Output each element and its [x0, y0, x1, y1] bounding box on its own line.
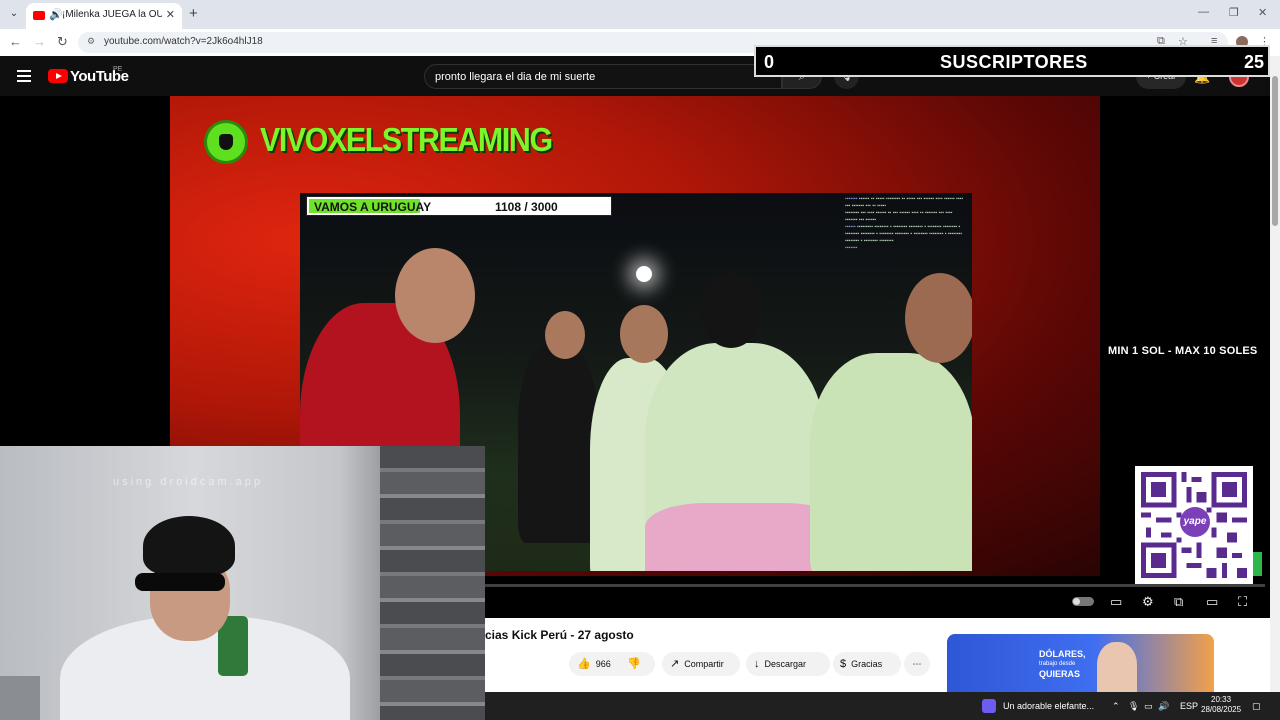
window-close-icon[interactable]: ✕	[1258, 6, 1267, 19]
settings-gear-icon[interactable]: ⚙	[1142, 594, 1154, 610]
ad-banner[interactable]: DÓLARES, trabajo desde QUIERAS	[947, 634, 1214, 692]
audio-playing-icon[interactable]: 🔊	[49, 8, 63, 21]
miniplayer-icon[interactable]: ⧉	[1174, 594, 1183, 610]
network-icon[interactable]: ▭	[1144, 701, 1153, 712]
like-icon[interactable]: 👍	[577, 658, 591, 670]
webcam-watermark: using droidcam.app	[113, 476, 264, 488]
reload-icon[interactable]: ↻	[57, 34, 68, 50]
stream-chat-overlay: ▪▪▪▪▪▪▪ ▪▪▪▪▪▪ ▪▪ ▪▪▪▪▪ ▪▪▪▪▪▪▪▪ ▪▪ ▪▪▪▪…	[845, 196, 964, 251]
fullscreen-icon[interactable]: ⛶	[1238, 594, 1247, 610]
download-label: Descargar	[764, 659, 807, 669]
download-button[interactable]: ↓ Descargar	[746, 652, 830, 676]
donation-range-text: MIN 1 SOL - MAX 10 SOLES	[1108, 345, 1258, 357]
ad-line1: DÓLARES,	[1039, 649, 1086, 659]
like-count[interactable]: 966	[596, 659, 611, 669]
share-icon: ↗	[670, 658, 680, 670]
clock-date: 28/08/2025	[1201, 705, 1242, 714]
goal-value: 1108 / 3000	[495, 200, 558, 214]
streamer-sunglasses	[135, 573, 225, 591]
goal-bar: VAMOS A URUGUAY 1108 / 3000	[306, 196, 612, 216]
webcam-overlay: using droidcam.app	[0, 446, 485, 720]
thanks-label: Gracias	[851, 659, 883, 669]
chair	[0, 676, 40, 720]
media-app-icon[interactable]	[982, 699, 996, 713]
tab-close-icon[interactable]: ✕	[166, 8, 175, 21]
green-edge-marker	[1253, 552, 1262, 576]
media-title[interactable]: Un adorable elefante...	[1003, 701, 1094, 711]
person-right	[810, 353, 972, 571]
stadium-light	[636, 266, 652, 282]
dislike-icon[interactable]: 👎	[627, 658, 641, 670]
youtube-logo-icon[interactable]	[48, 69, 68, 83]
subscriber-count-right: 25	[1243, 52, 1264, 72]
subscriber-label: SUSCRIPTORES	[940, 52, 1088, 72]
video-title: cias Kick Perú - 27 agosto	[485, 628, 634, 642]
country-code: PE	[113, 66, 123, 73]
like-dislike-group: 👍 966 👎	[569, 652, 655, 676]
more-icon: ⋯	[912, 659, 922, 669]
more-actions-button[interactable]: ⋯	[904, 652, 930, 676]
screen: ⌄ 🔊 ¡Milenka JUEGA la OUIJA y... ✕ + — ❐…	[0, 0, 1280, 720]
language-indicator[interactable]: ESP	[1180, 701, 1198, 711]
tab-title: ¡Milenka JUEGA la OUIJA y...	[62, 9, 162, 20]
yape-logo: yape	[1180, 507, 1210, 537]
ad-line2: trabajo desde	[1039, 661, 1076, 667]
share-label: Compartir	[684, 659, 724, 669]
thanks-icon: $	[840, 658, 847, 670]
share-button[interactable]: ↗ Compartir	[662, 652, 740, 676]
autoplay-toggle[interactable]	[1072, 597, 1094, 606]
video-progress-bar[interactable]	[485, 584, 1265, 587]
minimize-icon[interactable]: —	[1198, 6, 1209, 18]
clock-time: 20:33	[1211, 695, 1232, 704]
scrollbar-thumb[interactable]	[1272, 76, 1278, 226]
subscriber-counter-overlay: 0 SUSCRIPTORES 25	[754, 45, 1270, 77]
subscriber-count-left: 0	[764, 52, 775, 72]
new-tab-icon[interactable]: +	[189, 5, 198, 22]
stone-wall	[380, 446, 485, 720]
stream-brand: VIVOXELSTREAMING	[260, 121, 553, 158]
menu-icon[interactable]	[17, 70, 31, 85]
person-black-jersey-head	[545, 311, 585, 359]
tab-search-chevron-icon[interactable]: ⌄	[6, 6, 22, 22]
ad-line3: QUIERAS	[1039, 669, 1081, 679]
goal-label: VAMOS A URUGUAY	[314, 200, 432, 214]
youtube-favicon-icon	[33, 11, 45, 20]
ad-person-image	[1097, 642, 1137, 692]
volume-icon[interactable]: 🔊	[1158, 701, 1169, 712]
bull-logo-icon	[204, 120, 248, 164]
browser-tab-bar: ⌄ 🔊 ¡Milenka JUEGA la OUIJA y... ✕ + — ❐…	[0, 0, 1280, 29]
download-icon: ↓	[754, 658, 760, 670]
thanks-button[interactable]: $ Gracias	[833, 652, 901, 676]
page-scrollbar[interactable]	[1270, 56, 1280, 692]
restore-icon[interactable]: ❐	[1229, 6, 1239, 19]
person-black-jersey	[518, 343, 598, 543]
subtitles-icon[interactable]: ▭	[1110, 594, 1122, 610]
clock[interactable]: 20:33 28/08/2025	[1201, 695, 1241, 715]
tray-chevron-icon[interactable]: ⌃	[1112, 701, 1120, 712]
site-info-icon[interactable]: ⚙	[87, 36, 95, 47]
back-icon[interactable]: ←	[9, 34, 22, 49]
streamer-hair	[143, 516, 235, 576]
person-center-head	[700, 273, 762, 348]
microphone-tray-icon[interactable]: 🎙	[1128, 701, 1139, 712]
forward-icon[interactable]: →	[33, 34, 46, 49]
person-green-shirt-head	[620, 305, 668, 363]
url-text[interactable]: youtube.com/watch?v=2Jk6o4hlJ18	[104, 36, 263, 47]
person-red-shirt-head	[395, 248, 475, 343]
notifications-icon[interactable]: ▢	[1252, 701, 1261, 712]
search-input[interactable]: pronto llegara el dia de mi suerte	[424, 64, 782, 89]
theater-mode-icon[interactable]: ▭	[1206, 594, 1218, 610]
browser-tab[interactable]: 🔊 ¡Milenka JUEGA la OUIJA y... ✕	[26, 3, 182, 29]
search-query[interactable]: pronto llegara el dia de mi suerte	[435, 71, 595, 83]
